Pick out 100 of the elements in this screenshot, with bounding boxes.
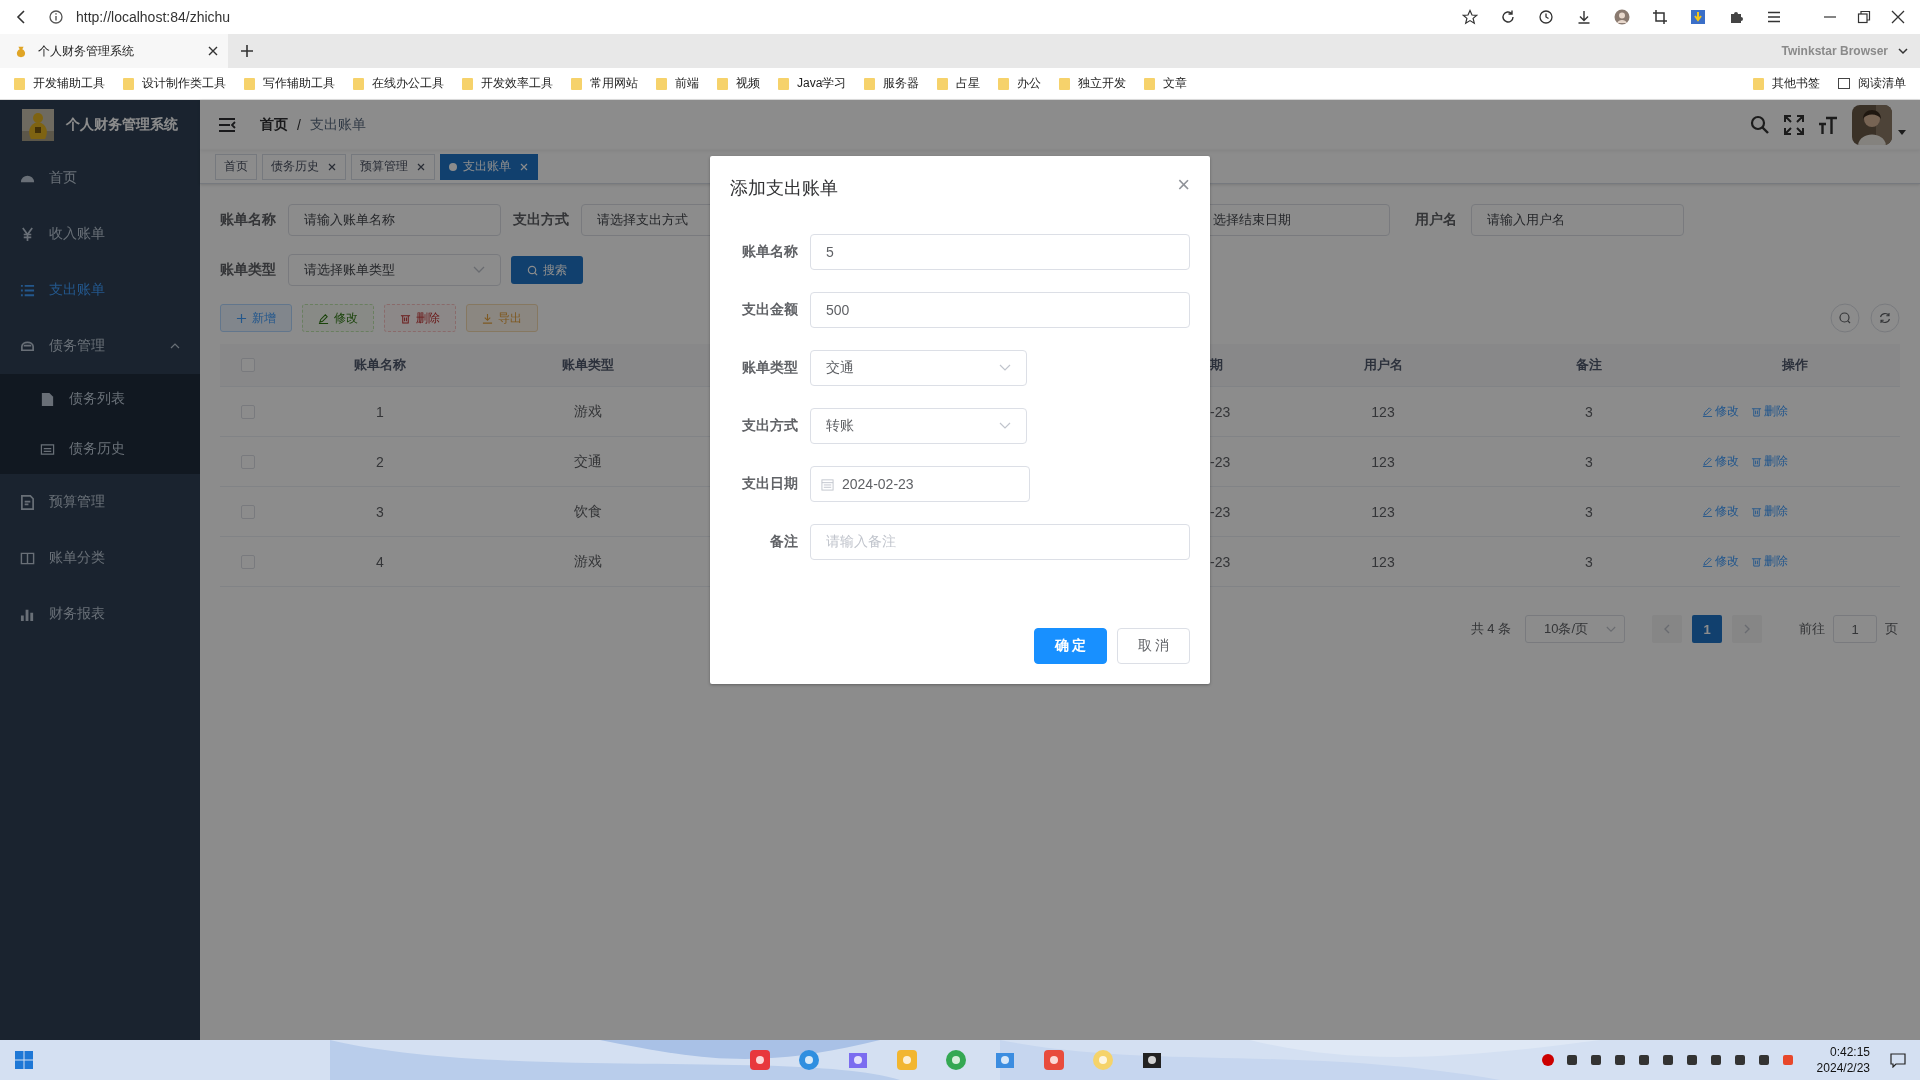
page-size-select[interactable]: 10条/页 xyxy=(1525,615,1625,643)
download-icon xyxy=(482,312,493,324)
menu-item[interactable]: 账单分类 xyxy=(0,530,200,586)
page-tab[interactable]: 支出账单 xyxy=(440,153,538,180)
bookmark[interactable]: 常用网站 xyxy=(571,75,638,92)
tray-icon[interactable] xyxy=(1636,1053,1651,1067)
download-icon[interactable] xyxy=(1576,9,1592,25)
caret-down-icon[interactable] xyxy=(1898,129,1906,135)
edit-link[interactable]: 修改 xyxy=(1702,553,1739,570)
tray-icon[interactable] xyxy=(1612,1053,1627,1067)
history-icon[interactable] xyxy=(1538,9,1554,25)
refresh-icon[interactable] xyxy=(1870,303,1900,333)
form-field[interactable]: 5 xyxy=(810,234,1190,270)
pencil-icon xyxy=(1702,506,1713,517)
bookmark[interactable]: 其他书签 xyxy=(1753,75,1820,92)
tray-icon[interactable] xyxy=(1588,1053,1603,1067)
delete-link[interactable]: 删除 xyxy=(1751,503,1788,520)
search-icon[interactable] xyxy=(1750,115,1770,135)
table-cell: -23 xyxy=(1210,503,1231,520)
page-tab[interactable]: 预算管理 xyxy=(351,153,435,180)
profile-icon[interactable] xyxy=(1614,9,1630,25)
search-button[interactable]: 搜索 xyxy=(511,256,583,284)
breadcrumb-link[interactable]: 首页 xyxy=(260,116,288,134)
delete-link[interactable]: 删除 xyxy=(1751,403,1788,420)
delete-link[interactable]: 删除 xyxy=(1751,453,1788,470)
star-icon[interactable] xyxy=(1462,9,1478,25)
bookmark[interactable]: 文章 xyxy=(1144,75,1188,92)
menu-toggle-icon[interactable] xyxy=(218,117,236,133)
bookmark[interactable]: 视频 xyxy=(717,75,760,92)
bookmark[interactable]: 开发效率工具 xyxy=(462,75,553,92)
tray-icon[interactable] xyxy=(1564,1053,1579,1067)
form-field[interactable]: 500 xyxy=(810,292,1190,328)
reading-list[interactable]: 阅读清单 xyxy=(1838,75,1906,92)
bookmark[interactable]: 在线办公工具 xyxy=(353,75,444,92)
bookmark[interactable]: 设计制作类工具 xyxy=(123,75,226,92)
table-cell: 交通 xyxy=(573,452,602,471)
close-button[interactable]: × xyxy=(1177,174,1190,196)
delete-link[interactable]: 删除 xyxy=(1751,553,1788,570)
edit-link[interactable]: 修改 xyxy=(1702,403,1739,420)
chevron-down-icon[interactable] xyxy=(1898,46,1908,56)
menu-item[interactable]: 收入账单 xyxy=(0,206,200,262)
edit-link[interactable]: 修改 xyxy=(1702,453,1739,470)
form-field[interactable]: 交通 xyxy=(810,350,1027,386)
bookmark[interactable]: 写作辅助工具 xyxy=(244,75,335,92)
cancel-button[interactable]: 取 消 xyxy=(1117,628,1190,664)
close-icon[interactable] xyxy=(208,46,218,56)
page-tab[interactable]: 首页 xyxy=(215,153,257,180)
filter-field[interactable]: 请输入用户名 xyxy=(1471,204,1684,236)
page-number[interactable]: 1 xyxy=(1692,615,1722,643)
form-label: 账单类型 xyxy=(741,359,799,377)
bookmark[interactable]: 独立开发 xyxy=(1059,75,1127,92)
fullscreen-icon[interactable] xyxy=(1784,115,1804,135)
trash-icon xyxy=(1751,456,1762,467)
bookmark[interactable]: 前端 xyxy=(656,75,699,92)
page-input[interactable]: 1 xyxy=(1833,615,1877,643)
table-cell: 饮食 xyxy=(573,502,602,521)
start-icon[interactable] xyxy=(14,1050,34,1070)
edit-link[interactable]: 修改 xyxy=(1702,503,1739,520)
page-tab[interactable]: 债务历史 xyxy=(262,153,346,180)
table-cell: -23 xyxy=(1210,403,1231,420)
restore-icon[interactable] xyxy=(1856,9,1872,25)
puzzle-icon[interactable] xyxy=(1728,9,1744,25)
pencil-icon xyxy=(1702,456,1713,467)
menu-item[interactable]: 财务报表 xyxy=(0,586,200,642)
tray-icon[interactable] xyxy=(1708,1053,1723,1067)
goto-suffix: 页 xyxy=(1885,620,1898,638)
filter-field[interactable]: 请输入账单名称 xyxy=(288,204,501,236)
form-label: 支出金额 xyxy=(741,301,799,319)
form-label: 支出方式 xyxy=(741,417,799,435)
tray-icon[interactable] xyxy=(1660,1053,1675,1067)
bookmark[interactable]: 服务器 xyxy=(864,75,920,92)
tray-icon[interactable] xyxy=(1756,1053,1771,1067)
bookmark[interactable]: 办公 xyxy=(998,75,1042,92)
tray-icon[interactable] xyxy=(1684,1053,1699,1067)
crop-icon[interactable] xyxy=(1652,9,1668,25)
tray-icon[interactable] xyxy=(1732,1053,1747,1067)
new-tab-icon[interactable] xyxy=(240,44,254,58)
bookmark[interactable]: 开发辅助工具 xyxy=(14,75,105,92)
menu-item[interactable]: 预算管理 xyxy=(0,474,200,530)
form-field[interactable]: 2024-02-23 xyxy=(810,466,1030,502)
reload-icon[interactable] xyxy=(1500,9,1516,25)
menu-item[interactable]: 债务管理 xyxy=(0,318,200,374)
extension-icon[interactable] xyxy=(1690,9,1706,25)
notification-icon[interactable] xyxy=(1890,1052,1906,1068)
filter-field[interactable]: 请选择账单类型 xyxy=(288,254,501,286)
app-title: 个人财务管理系统 xyxy=(66,116,178,134)
font-size-icon[interactable] xyxy=(1818,115,1838,135)
tray-icon[interactable] xyxy=(1540,1053,1555,1067)
close-icon[interactable] xyxy=(1890,9,1906,25)
bookmark[interactable]: Java学习 xyxy=(778,75,847,92)
confirm-button[interactable]: 确 定 xyxy=(1034,628,1107,664)
form-field[interactable]: 转账 xyxy=(810,408,1027,444)
submenu-item[interactable]: 债务历史 xyxy=(0,424,200,474)
bookmark[interactable]: 占星 xyxy=(937,75,981,92)
address-bar[interactable]: http://localhost:84/zhichu xyxy=(76,9,231,25)
submenu-item[interactable]: 债务列表 xyxy=(0,374,200,424)
info-icon[interactable] xyxy=(48,9,64,25)
filter-label: 账单类型 xyxy=(220,261,277,279)
menu-item[interactable]: 首页 xyxy=(0,150,200,206)
browser-tab[interactable]: 个人财务管理系统 xyxy=(0,34,228,68)
